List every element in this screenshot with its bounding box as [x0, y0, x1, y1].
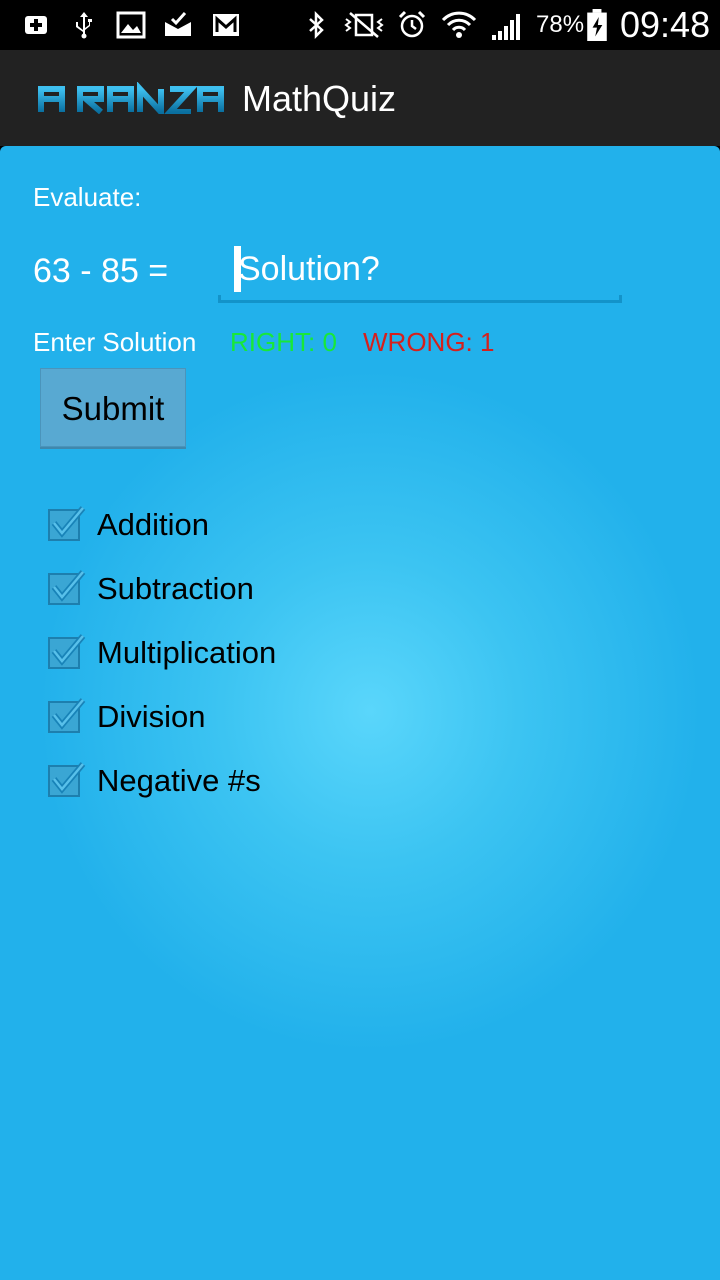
usb-icon [68, 9, 100, 41]
quiz-panel: Evaluate: 63 - 85 = Solution? Enter Solu… [0, 146, 720, 1280]
option-label: Subtraction [97, 571, 254, 606]
submit-button[interactable]: Submit [40, 368, 186, 447]
status-bar: 78% 09:48 [0, 0, 720, 50]
checkbox-checked-icon[interactable] [47, 762, 86, 797]
evaluate-label: Evaluate: [33, 182, 142, 212]
solution-placeholder: Solution? [238, 250, 380, 288]
equation: 63 - 85 = [33, 252, 169, 290]
option-label: Negative #s [97, 763, 261, 798]
action-bar: MathQuiz [0, 50, 720, 146]
wifi-icon [440, 9, 478, 41]
checkbox-checked-icon[interactable] [47, 570, 86, 605]
input-underline-edge [619, 295, 622, 303]
alarm-icon [396, 9, 428, 41]
app-screen: 78% 09:48 MathQuiz Evaluate: 63 - 85 = S… [0, 0, 720, 1280]
option-label: Multiplication [97, 635, 277, 670]
wrong-count: WRONG: 1 [363, 327, 495, 357]
gmail-icon [210, 9, 242, 41]
battery-charging-icon [584, 9, 610, 41]
gallery-icon [115, 9, 147, 41]
option-label: Division [97, 699, 206, 734]
option-label: Addition [97, 507, 210, 542]
app-title: MathQuiz [242, 78, 397, 119]
checkbox-checked-icon[interactable] [47, 506, 86, 541]
enter-solution-label: Enter Solution [33, 327, 197, 357]
right-count: RIGHT: 0 [230, 327, 337, 357]
vibrate-mute-icon [342, 9, 386, 41]
add-notification-icon [20, 9, 52, 41]
battery-percent: 78% [536, 11, 585, 38]
bluetooth-icon [300, 9, 332, 41]
airanza-logo [38, 82, 236, 114]
solution-input[interactable]: Solution? [218, 244, 622, 303]
clock: 09:48 [620, 4, 711, 45]
checkbox-checked-icon[interactable] [47, 698, 86, 733]
checkbox-checked-icon[interactable] [47, 634, 86, 669]
signal-icon [490, 9, 526, 41]
mail-check-icon [162, 9, 194, 41]
input-underline-edge [218, 295, 221, 303]
